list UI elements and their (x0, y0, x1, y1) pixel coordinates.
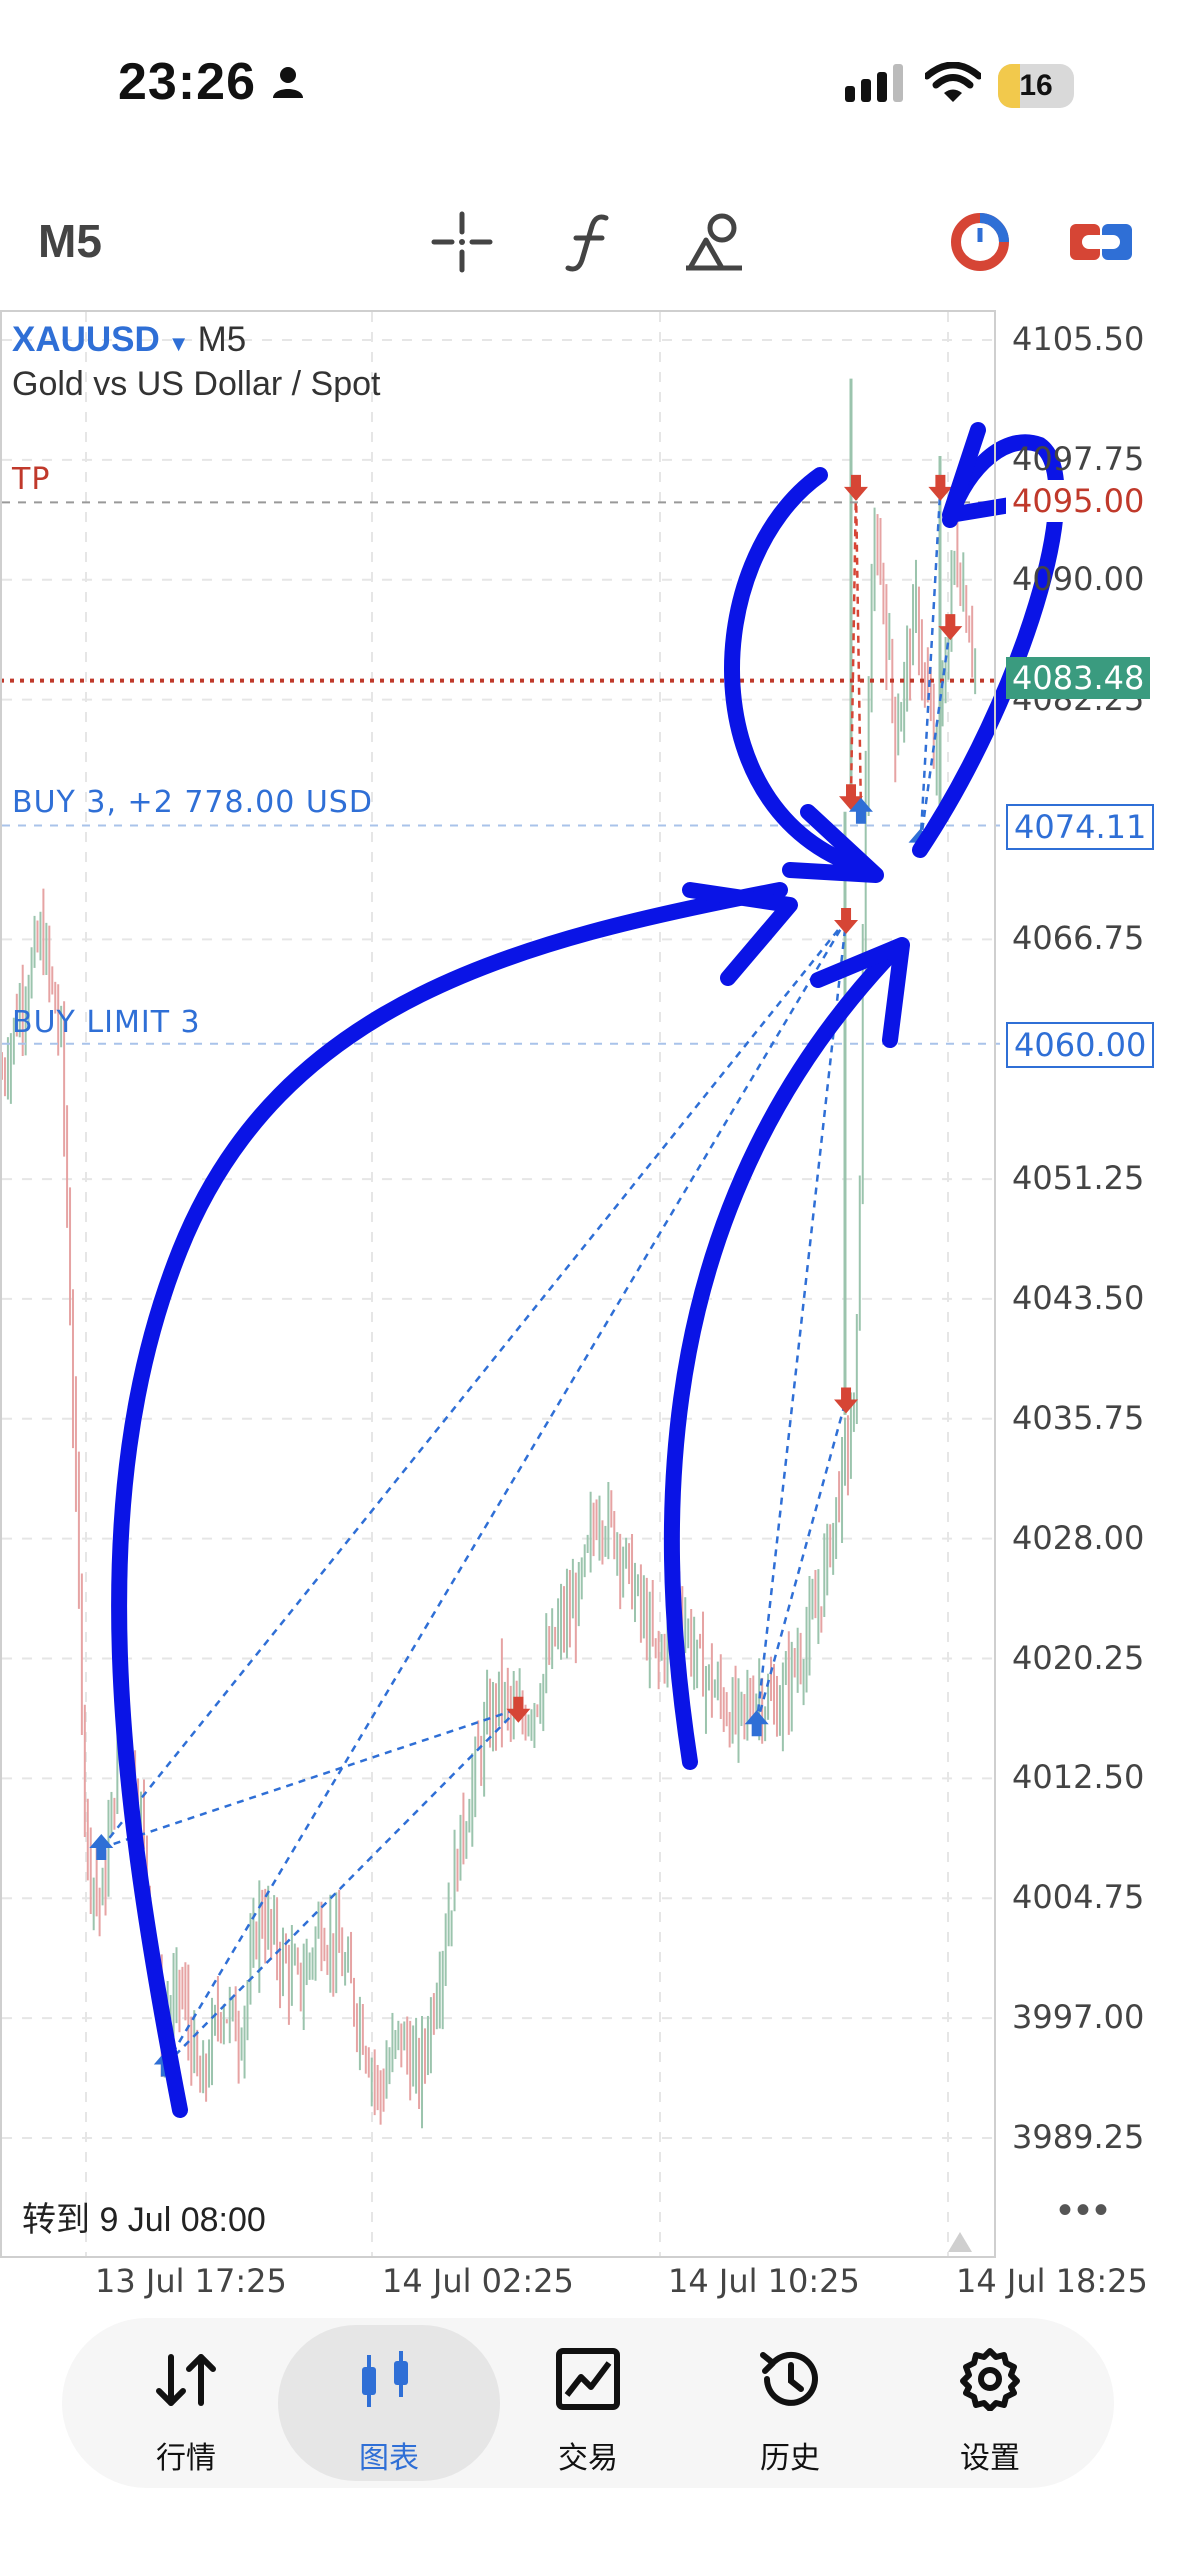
wifi-icon (925, 62, 981, 102)
tab-label: 设置 (960, 2442, 1020, 2475)
tab-label: 图表 (359, 2442, 419, 2475)
more-options-button[interactable]: ••• (1058, 2188, 1112, 2233)
symbol-dropdown-icon: ▼ (167, 331, 190, 356)
price-tick: 4020.25 (1012, 1638, 1145, 1677)
settings-icon (960, 2348, 1020, 2411)
price-tick: 4035.75 (1012, 1398, 1145, 1437)
crosshair-icon[interactable] (430, 210, 494, 274)
one-click-trading-icon[interactable] (948, 210, 1012, 274)
status-bar: 23:26 16 (0, 0, 1179, 170)
price-tick: 4097.75 (1012, 439, 1145, 478)
objects-icon[interactable] (682, 210, 746, 274)
battery-icon: 16 (998, 64, 1074, 108)
price-tick: 4012.50 (1012, 1758, 1145, 1797)
price-tick: 4090.00 (1012, 559, 1145, 598)
tp-price-tag: 4095.00 (1006, 480, 1151, 522)
tab-quotes[interactable]: 行情 (86, 2325, 286, 2481)
time-tick: 13 Jul 17:25 (95, 2262, 287, 2300)
price-tick: 4066.75 (1012, 919, 1145, 958)
history-icon (760, 2351, 818, 2406)
status-time: 23:26 (118, 53, 256, 111)
buy-price-tag: 4074.11 (1006, 804, 1155, 850)
tab-chart[interactable]: 图表 (278, 2325, 500, 2481)
price-tick: 3989.25 (1012, 2118, 1145, 2156)
price-tick: 3997.00 (1012, 1998, 1145, 2037)
tab-label: 交易 (558, 2442, 618, 2475)
battery-level: 16 (1019, 69, 1053, 102)
price-tick: 4051.25 (1012, 1159, 1145, 1198)
cellular-signal-icon (845, 64, 903, 102)
trade-icon (556, 2348, 620, 2410)
person-icon (273, 67, 303, 98)
buy-limit-price-tag: 4060.00 (1006, 1022, 1155, 1068)
time-tick: 14 Jul 10:25 (668, 2262, 860, 2300)
buy-limit-label[interactable]: BUY LIMIT 3 (12, 1005, 201, 1040)
price-tick: 4105.50 (1012, 320, 1145, 358)
symbol-timeframe: M5 (197, 320, 247, 359)
goto-date-button[interactable]: 转到 9 Jul 08:00 (22, 2192, 266, 2241)
tp-label: TP (12, 462, 51, 497)
tab-label: 历史 (760, 2442, 820, 2475)
chart-settings-icon[interactable] (1068, 210, 1134, 274)
time-tick: 14 Jul 18:25 (956, 2262, 1148, 2300)
symbol-header[interactable]: XAUUSD ▼ M5 (12, 320, 246, 360)
indicators-icon[interactable] (560, 210, 620, 274)
price-tick: 4004.75 (1012, 1878, 1145, 1917)
tab-history[interactable]: 历史 (690, 2325, 890, 2481)
chart-frame (0, 310, 996, 2258)
tab-trade[interactable]: 交易 (488, 2325, 688, 2481)
bid-price-tag: 4083.48 (1006, 657, 1151, 699)
quotes-icon (156, 2354, 216, 2406)
price-tick: 4043.50 (1012, 1278, 1145, 1317)
chart-icon (362, 2351, 408, 2407)
tab-settings[interactable]: 设置 (890, 2325, 1090, 2481)
symbol-description: Gold vs US Dollar / Spot (12, 365, 381, 403)
buy-position-label[interactable]: BUY 3, +2 778.00 USD (12, 785, 373, 820)
tab-label: 行情 (156, 2442, 216, 2475)
timeframe-button[interactable]: M5 (38, 214, 102, 268)
time-tick: 14 Jul 02:25 (382, 2262, 574, 2300)
price-tick: 4028.00 (1012, 1518, 1145, 1557)
symbol-name: XAUUSD (12, 320, 160, 359)
